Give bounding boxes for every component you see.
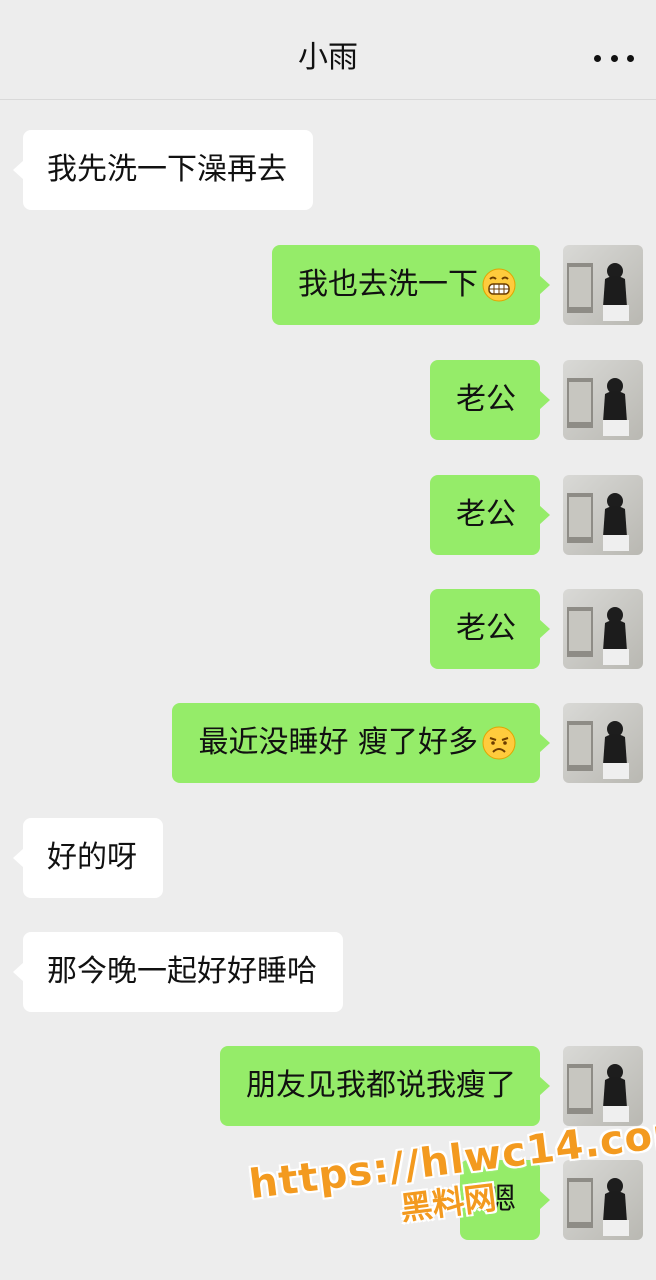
message-row: 最近没睡好 瘦了好多	[0, 703, 656, 783]
user-avatar[interactable]	[563, 245, 643, 325]
dot	[594, 54, 601, 62]
chat-title: 小雨	[298, 40, 358, 75]
message-row: 我也去洗一下	[0, 245, 656, 325]
outgoing-message-bubble[interactable]: 朋友见我都说我瘦了	[220, 1046, 550, 1126]
message-row: 那今晚一起好好睡哈	[0, 932, 656, 1012]
message-text: 老公	[456, 611, 516, 646]
incoming-message-bubble[interactable]: 我先洗一下澡再去	[13, 130, 313, 210]
outgoing-message-bubble[interactable]: 老公	[430, 475, 550, 555]
message-text: 老公	[456, 497, 516, 532]
avatar-photo	[563, 1160, 643, 1240]
dot	[610, 54, 618, 62]
message-row: 老公	[0, 475, 656, 555]
message-text: 我先洗一下澡再去	[47, 152, 287, 187]
outgoing-message-bubble[interactable]: 老公	[430, 360, 550, 440]
message-list[interactable]: 我先洗一下澡再去 我也去洗一下 老公 老公 老公 最近没睡好 瘦了好多 好的呀 …	[0, 100, 656, 1280]
message-row: 我先洗一下澡再去	[0, 130, 656, 210]
message-text: 老公	[456, 382, 516, 417]
sad-emoji-icon	[482, 726, 516, 760]
avatar-photo	[563, 245, 643, 325]
message-row: 朋友见我都说我瘦了	[0, 1046, 656, 1126]
message-row: 好的呀	[0, 818, 656, 898]
avatar-photo	[563, 360, 643, 440]
avatar-photo	[563, 703, 643, 783]
message-row: 老公	[0, 360, 656, 440]
user-avatar[interactable]	[563, 475, 643, 555]
user-avatar[interactable]	[563, 589, 643, 669]
avatar-photo	[563, 1046, 643, 1126]
user-avatar[interactable]	[563, 1160, 643, 1240]
message-row: 嗯	[0, 1160, 656, 1240]
outgoing-message-bubble[interactable]: 嗯	[460, 1160, 550, 1240]
message-text: 朋友见我都说我瘦了	[246, 1068, 516, 1103]
avatar-photo	[563, 589, 643, 669]
avatar-photo	[563, 475, 643, 555]
outgoing-message-bubble[interactable]: 我也去洗一下	[272, 245, 550, 325]
user-avatar[interactable]	[563, 360, 643, 440]
outgoing-message-bubble[interactable]: 老公	[430, 589, 550, 669]
chat-header: 小雨	[0, 0, 656, 100]
message-text: 最近没睡好 瘦了好多	[198, 725, 478, 760]
user-avatar[interactable]	[563, 703, 643, 783]
incoming-message-bubble[interactable]: 那今晚一起好好睡哈	[13, 932, 343, 1012]
grin-emoji-icon	[482, 268, 516, 302]
message-text: 嗯	[486, 1182, 516, 1217]
dot	[627, 54, 634, 62]
message-text: 好的呀	[47, 840, 137, 875]
message-text: 我也去洗一下	[298, 267, 478, 302]
message-row: 老公	[0, 589, 656, 669]
user-avatar[interactable]	[563, 1046, 643, 1126]
outgoing-message-bubble[interactable]: 最近没睡好 瘦了好多	[172, 703, 550, 783]
more-options-icon[interactable]	[594, 40, 634, 76]
incoming-message-bubble[interactable]: 好的呀	[13, 818, 163, 898]
message-text: 那今晚一起好好睡哈	[47, 954, 317, 989]
